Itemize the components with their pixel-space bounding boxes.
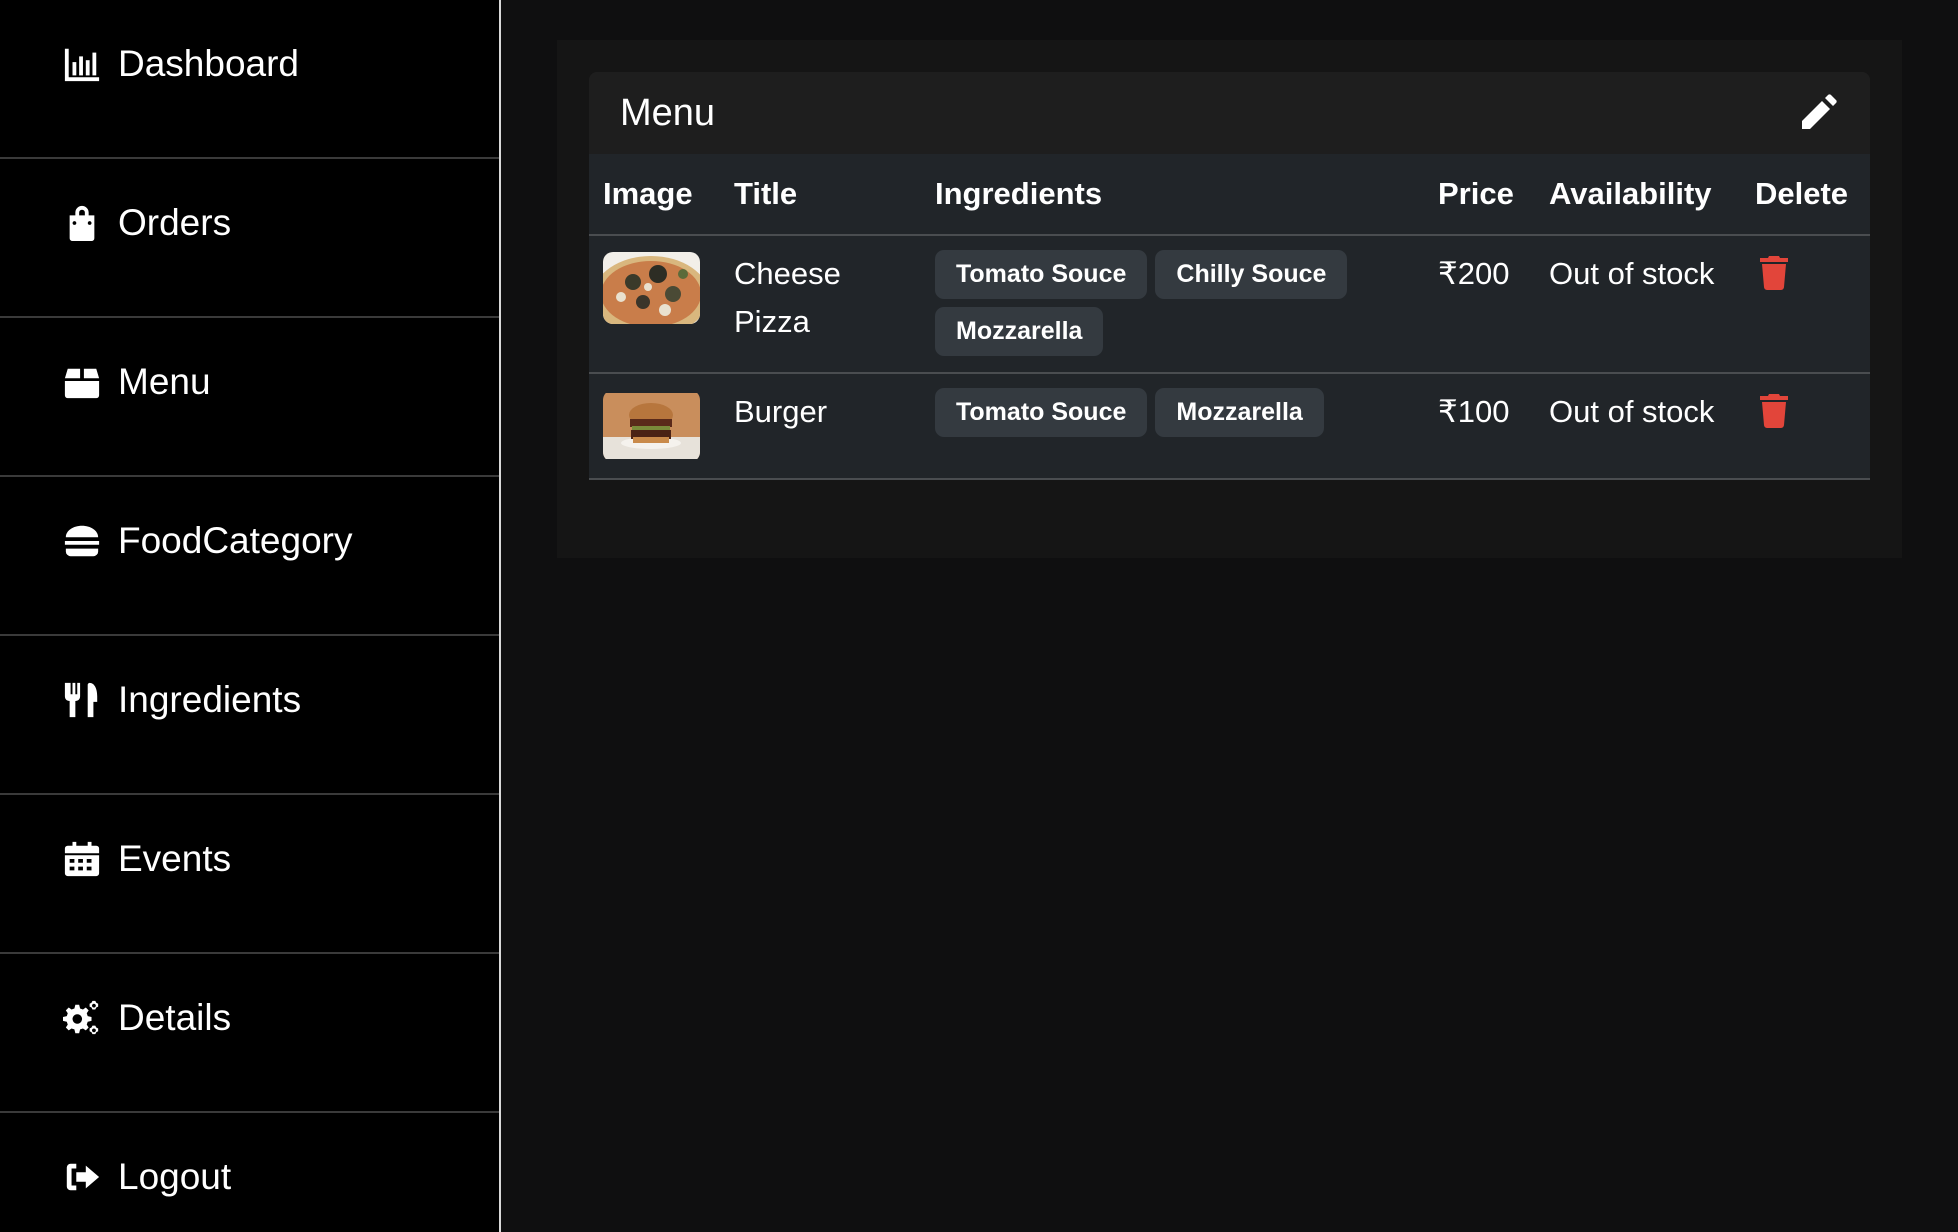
table-row: Cheese Pizza Tomato Souce Chilly Souce M… xyxy=(589,235,1870,374)
sidebar-item-details[interactable]: Details xyxy=(0,954,499,1113)
column-header-price: Price xyxy=(1424,154,1535,236)
sidebar-item-menu[interactable]: Menu xyxy=(0,318,499,477)
ingredient-chip: Chilly Souce xyxy=(1155,250,1348,299)
utensils-icon xyxy=(62,680,102,720)
burger-image xyxy=(603,393,700,459)
item-price: ₹100 xyxy=(1424,373,1535,480)
table-row: Burger Tomato Souce Mozzarella ₹100 Out … xyxy=(589,373,1870,480)
ingredient-chip: Tomato Souce xyxy=(935,250,1148,299)
pizza-image xyxy=(603,252,700,324)
column-header-image: Image xyxy=(589,154,720,236)
sidebar-item-label: Logout xyxy=(118,1155,232,1197)
pencil-icon xyxy=(1802,94,1837,129)
edit-button[interactable] xyxy=(1796,91,1840,135)
sidebar-item-orders[interactable]: Orders xyxy=(0,159,499,318)
item-availability: Out of stock xyxy=(1535,373,1741,480)
sidebar-item-ingredients[interactable]: Ingredients xyxy=(0,636,499,795)
calendar-icon xyxy=(62,839,102,879)
column-header-title: Title xyxy=(720,154,921,236)
menu-card: Menu Image Title Ingredients Price Avail… xyxy=(589,72,1870,480)
chart-bar-icon xyxy=(62,44,102,84)
box-icon xyxy=(62,362,102,402)
column-header-delete: Delete xyxy=(1741,154,1870,236)
sidebar-item-label: Dashboard xyxy=(118,42,300,84)
column-header-availability: Availability xyxy=(1535,154,1741,236)
sidebar-item-dashboard[interactable]: Dashboard xyxy=(0,0,499,159)
sidebar: Dashboard Orders Menu FoodCategory Ingre… xyxy=(0,0,501,1232)
ingredient-list: Tomato Souce Mozzarella xyxy=(935,388,1410,437)
sidebar-item-logout[interactable]: Logout xyxy=(0,1113,499,1232)
trash-icon xyxy=(1760,256,1788,290)
item-availability: Out of stock xyxy=(1535,235,1741,374)
sidebar-item-events[interactable]: Events xyxy=(0,795,499,954)
logout-icon xyxy=(62,1157,102,1197)
sidebar-item-label: Orders xyxy=(118,201,232,243)
ingredient-chip: Mozzarella xyxy=(1155,388,1324,437)
delete-button[interactable] xyxy=(1759,256,1793,290)
sidebar-item-label: Menu xyxy=(118,360,211,402)
item-title: Burger xyxy=(720,373,921,480)
sidebar-item-label: Ingredients xyxy=(118,678,302,720)
ingredient-chip: Mozzarella xyxy=(935,307,1104,356)
menu-table: Image Title Ingredients Price Availabili… xyxy=(589,154,1870,480)
sidebar-item-label: Details xyxy=(118,996,232,1038)
card-title: Menu xyxy=(620,91,716,134)
card-header: Menu xyxy=(589,72,1870,154)
trash-icon xyxy=(1760,394,1788,428)
gears-icon xyxy=(62,998,102,1038)
sidebar-item-label: FoodCategory xyxy=(118,519,353,561)
item-title: Cheese Pizza xyxy=(720,235,921,374)
main-content: Menu Image Title Ingredients Price Avail… xyxy=(501,0,1958,1232)
content-panel: Menu Image Title Ingredients Price Avail… xyxy=(557,40,1902,558)
column-header-ingredients: Ingredients xyxy=(921,154,1424,236)
table-header-row: Image Title Ingredients Price Availabili… xyxy=(589,154,1870,236)
sidebar-item-label: Events xyxy=(118,837,232,879)
sidebar-item-foodcategory[interactable]: FoodCategory xyxy=(0,477,499,636)
shopping-bag-icon xyxy=(62,203,102,243)
item-price: ₹200 xyxy=(1424,235,1535,374)
delete-button[interactable] xyxy=(1759,394,1793,428)
burger-icon xyxy=(62,521,102,561)
ingredient-chip: Tomato Souce xyxy=(935,388,1148,437)
ingredient-list: Tomato Souce Chilly Souce Mozzarella xyxy=(935,250,1410,356)
